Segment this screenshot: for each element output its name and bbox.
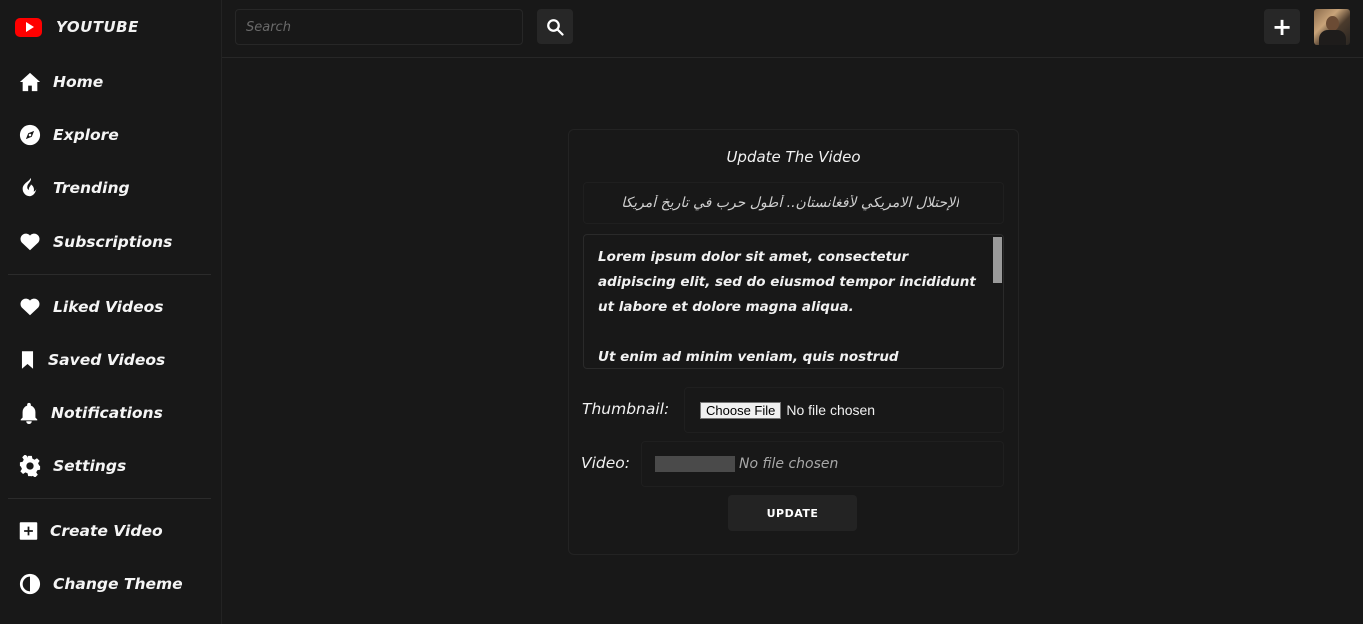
sidebar-item-label: Create Video [50, 522, 163, 540]
search-button[interactable] [537, 9, 573, 44]
plus-square-icon [18, 519, 39, 543]
thumbnail-file-status: No file chosen [786, 402, 876, 418]
video-file-input[interactable]: No file chosen [641, 441, 1004, 487]
avatar[interactable] [1314, 9, 1350, 45]
fire-icon [18, 176, 42, 200]
top-bar: + [222, 0, 1363, 58]
brand-name: YOUTUBE [56, 18, 139, 36]
gear-icon [18, 454, 42, 478]
sidebar-item-notifications[interactable]: Notifications [18, 398, 163, 428]
sidebar-item-liked-videos[interactable]: Liked Videos [18, 292, 163, 322]
bell-icon [18, 401, 40, 425]
youtube-logo-icon [15, 17, 42, 37]
sidebar-item-label: Explore [53, 126, 119, 144]
sidebar-item-settings[interactable]: Settings [18, 451, 126, 481]
sidebar-item-explore[interactable]: Explore [18, 120, 119, 150]
plus-icon: + [1271, 12, 1293, 41]
sidebar-item-subscriptions[interactable]: Subscriptions [18, 227, 172, 257]
sidebar-item-saved-videos[interactable]: Saved Videos [18, 345, 165, 375]
half-circle-icon [18, 572, 42, 596]
update-button[interactable]: UPDATE [728, 495, 857, 531]
description-paragraph: Ut enim ad minim veniam, quis nostrud ex… [598, 349, 899, 365]
thumbnail-file-input[interactable]: Choose File No file chosen [684, 387, 1004, 433]
sidebar-item-label: Change Theme [53, 575, 183, 593]
video-title-input[interactable] [583, 182, 1004, 224]
sidebar-item-trending[interactable]: Trending [18, 173, 130, 203]
logo[interactable]: YOUTUBE [15, 14, 139, 40]
sidebar-item-label: Liked Videos [53, 298, 164, 316]
heart-icon [18, 230, 42, 254]
description-paragraph: Lorem ipsum dolor sit amet, consectetur … [598, 249, 976, 315]
form-title: Update The Video [726, 148, 861, 166]
sidebar-item-label: Home [53, 73, 104, 91]
choose-file-button[interactable]: Choose File [700, 401, 782, 419]
sidebar: YOUTUBE Home Explore Trending Subscripti… [0, 0, 222, 624]
scrollbar-thumb[interactable] [993, 237, 1002, 283]
sidebar-divider [8, 498, 211, 499]
description-textarea[interactable]: Lorem ipsum dolor sit amet, consectetur … [583, 234, 1004, 369]
video-label: Video: [581, 454, 630, 472]
sidebar-item-label: Notifications [51, 404, 163, 422]
update-video-form: Update The Video Lorem ipsum dolor sit a… [568, 129, 1019, 555]
sidebar-item-label: Trending [53, 179, 130, 197]
heart-icon [18, 295, 42, 319]
bookmark-icon [18, 348, 37, 372]
sidebar-divider [8, 274, 211, 275]
search-icon [547, 18, 564, 36]
search-input[interactable] [235, 9, 523, 45]
sidebar-item-create-video[interactable]: Create Video [18, 516, 163, 546]
sidebar-item-label: Settings [53, 457, 127, 475]
home-icon [18, 70, 42, 94]
create-button[interactable]: + [1264, 9, 1300, 44]
sidebar-item-label: Subscriptions [53, 233, 173, 251]
video-file-status: No file chosen [739, 456, 839, 472]
sidebar-item-change-theme[interactable]: Change Theme [18, 569, 183, 599]
choose-file-button[interactable] [655, 456, 735, 472]
compass-icon [18, 123, 42, 147]
sidebar-item-label: Saved Videos [48, 351, 166, 369]
sidebar-item-home[interactable]: Home [18, 67, 103, 97]
thumbnail-label: Thumbnail: [582, 400, 670, 418]
